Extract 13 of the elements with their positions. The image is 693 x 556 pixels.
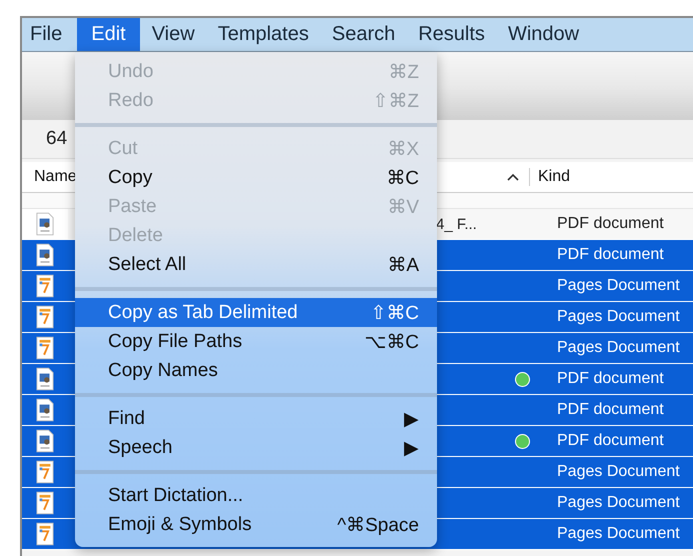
result-count: 64: [46, 128, 68, 150]
file-kind: PDF document: [556, 401, 664, 419]
file-kind: PDF document: [556, 215, 664, 233]
file-kind: PDF document: [556, 370, 664, 388]
file-kind: Pages Document: [556, 463, 680, 481]
file-kind: PDF document: [556, 432, 664, 450]
file-kind: Pages Document: [556, 525, 680, 543]
file-kind: Pages Document: [556, 494, 680, 512]
file-name: 4_ F...: [436, 216, 478, 232]
file-kind: Pages Document: [556, 277, 680, 295]
file-kind: Pages Document: [556, 308, 680, 326]
file-kind: PDF document: [556, 246, 664, 264]
file-kind: Pages Document: [556, 339, 680, 357]
